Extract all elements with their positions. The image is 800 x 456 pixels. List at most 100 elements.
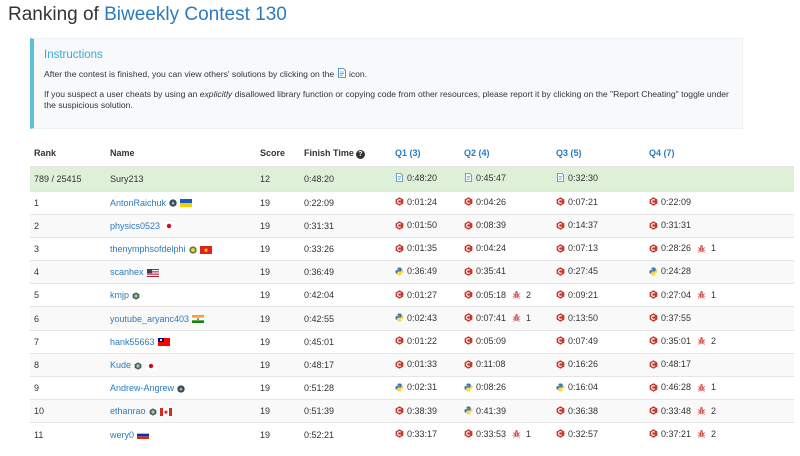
python-icon[interactable] bbox=[395, 313, 404, 322]
cell-q3[interactable]: 0:16:26 bbox=[552, 352, 645, 377]
cpp-icon[interactable] bbox=[464, 243, 473, 253]
cell-q2[interactable]: 0:35:41 bbox=[460, 260, 552, 284]
cpp-icon[interactable] bbox=[556, 429, 565, 439]
cell-q3[interactable]: 0:09:21 bbox=[552, 283, 645, 307]
cpp-icon[interactable] bbox=[556, 313, 565, 323]
cpp-icon[interactable] bbox=[649, 313, 658, 323]
python-icon[interactable] bbox=[556, 383, 565, 392]
cell-q2[interactable]: 0:04:26 bbox=[460, 190, 552, 215]
python-icon[interactable] bbox=[395, 267, 404, 276]
cpp-icon[interactable] bbox=[556, 267, 565, 276]
current-user-q3[interactable]: 0:32:30 bbox=[552, 165, 645, 191]
cpp-icon[interactable] bbox=[649, 290, 658, 299]
cell-q2[interactable]: 0:33:53 1 bbox=[460, 422, 552, 447]
cell-q3[interactable]: 0:27:45 bbox=[552, 260, 645, 284]
cell-q3[interactable]: 0:13:50 bbox=[552, 306, 645, 331]
cell-q3[interactable]: 0:16:04 bbox=[552, 375, 645, 400]
cpp-icon[interactable] bbox=[464, 313, 473, 323]
cpp-icon[interactable] bbox=[464, 336, 473, 346]
cpp-icon[interactable] bbox=[556, 220, 565, 230]
cell-q4[interactable]: 0:22:09 bbox=[645, 190, 794, 215]
cpp-icon[interactable] bbox=[464, 359, 473, 369]
cell-q1[interactable]: 0:01:33 bbox=[391, 352, 460, 377]
cpp-icon[interactable] bbox=[649, 383, 658, 392]
cell-q1[interactable]: 0:02:31 bbox=[391, 375, 460, 400]
help-icon[interactable]: ? bbox=[355, 149, 365, 159]
user-link[interactable]: youtube_aryanc403 bbox=[110, 314, 189, 324]
cell-q2[interactable]: 0:11:08 bbox=[460, 352, 552, 377]
cell-q2[interactable]: 0:08:26 bbox=[460, 375, 552, 400]
cell-q1[interactable]: 0:33:17 bbox=[391, 422, 460, 447]
cpp-icon[interactable] bbox=[395, 359, 404, 369]
cell-q1[interactable]: 0:38:39 bbox=[391, 399, 460, 423]
cpp-icon[interactable] bbox=[395, 406, 404, 415]
cpp-icon[interactable] bbox=[649, 243, 658, 253]
cell-q2[interactable]: 0:41:39 bbox=[460, 399, 552, 423]
cpp-icon[interactable] bbox=[649, 336, 658, 346]
current-user-q2[interactable]: 0:45:47 bbox=[460, 165, 552, 191]
cpp-icon[interactable] bbox=[649, 197, 658, 207]
cell-q3[interactable]: 0:32:57 bbox=[552, 422, 645, 447]
cell-q3[interactable]: 0:07:49 bbox=[552, 329, 645, 354]
cpp-icon[interactable] bbox=[464, 197, 473, 207]
user-link[interactable]: AntonRaichuk bbox=[110, 198, 166, 208]
cell-q3[interactable]: 0:36:38 bbox=[552, 399, 645, 423]
cell-q1[interactable]: 0:01:24 bbox=[391, 190, 460, 215]
cell-q4[interactable]: 0:31:31 bbox=[645, 213, 794, 238]
cpp-icon[interactable] bbox=[649, 220, 658, 230]
cpp-icon[interactable] bbox=[556, 336, 565, 346]
python-icon[interactable] bbox=[464, 406, 473, 415]
document-icon[interactable] bbox=[556, 173, 565, 183]
cell-q1[interactable]: 0:01:50 bbox=[391, 213, 460, 238]
col-q2[interactable]: Q2 (4) bbox=[460, 141, 552, 166]
cell-q1[interactable]: 0:01:27 bbox=[391, 283, 460, 307]
cell-q4[interactable]: 0:37:55 bbox=[645, 306, 794, 331]
cell-q4[interactable]: 0:27:04 1 bbox=[645, 283, 794, 307]
user-link[interactable]: Kude bbox=[110, 360, 131, 370]
cell-q4[interactable]: 0:28:26 1 bbox=[645, 236, 794, 261]
cpp-icon[interactable] bbox=[395, 243, 404, 253]
cpp-icon[interactable] bbox=[464, 290, 473, 299]
python-icon[interactable] bbox=[464, 383, 473, 392]
cpp-icon[interactable] bbox=[464, 267, 473, 276]
cell-q2[interactable]: 0:05:18 2 bbox=[460, 283, 552, 307]
col-q1[interactable]: Q1 (3) bbox=[391, 141, 460, 166]
user-link[interactable]: wery0 bbox=[110, 430, 134, 440]
cell-q3[interactable]: 0:07:21 bbox=[552, 190, 645, 215]
cpp-icon[interactable] bbox=[649, 429, 658, 439]
cpp-icon[interactable] bbox=[649, 359, 658, 369]
cpp-icon[interactable] bbox=[556, 290, 565, 299]
contest-link[interactable]: Biweekly Contest 130 bbox=[104, 4, 287, 25]
user-link[interactable]: scanhex bbox=[110, 267, 144, 277]
current-user-q1[interactable]: 0:48:20 bbox=[391, 165, 460, 191]
cpp-icon[interactable] bbox=[556, 406, 565, 415]
col-q4[interactable]: Q4 (7) bbox=[645, 141, 794, 166]
cell-q1[interactable]: 0:01:35 bbox=[391, 236, 460, 261]
cpp-icon[interactable] bbox=[395, 429, 404, 439]
cpp-icon[interactable] bbox=[649, 406, 658, 415]
cell-q4[interactable]: 0:33:48 2 bbox=[645, 399, 794, 423]
cell-q4[interactable]: 0:48:17 bbox=[645, 352, 794, 377]
cell-q4[interactable]: 0:24:28 bbox=[645, 260, 794, 284]
cell-q1[interactable]: 0:02:43 bbox=[391, 306, 460, 331]
cell-q3[interactable]: 0:07:13 bbox=[552, 236, 645, 261]
cpp-icon[interactable] bbox=[464, 429, 473, 439]
user-link[interactable]: Andrew-Angrew bbox=[110, 383, 174, 393]
cpp-icon[interactable] bbox=[464, 220, 473, 230]
user-link[interactable]: ethanrao bbox=[110, 406, 146, 416]
cell-q4[interactable]: 0:46:28 1 bbox=[645, 375, 794, 400]
cpp-icon[interactable] bbox=[556, 197, 565, 207]
col-q3[interactable]: Q3 (5) bbox=[552, 141, 645, 166]
document-icon[interactable] bbox=[464, 173, 473, 183]
cpp-icon[interactable] bbox=[556, 243, 565, 253]
python-icon[interactable] bbox=[395, 383, 404, 392]
cpp-icon[interactable] bbox=[556, 359, 565, 369]
cell-q2[interactable]: 0:05:09 bbox=[460, 329, 552, 354]
cell-q1[interactable]: 0:36:49 bbox=[391, 260, 460, 284]
cpp-icon[interactable] bbox=[395, 336, 404, 346]
python-icon[interactable] bbox=[649, 267, 658, 276]
cell-q2[interactable]: 0:08:39 bbox=[460, 213, 552, 238]
cell-q4[interactable]: 0:35:01 2 bbox=[645, 329, 794, 354]
cpp-icon[interactable] bbox=[395, 220, 404, 230]
cell-q2[interactable]: 0:07:41 1 bbox=[460, 306, 552, 331]
